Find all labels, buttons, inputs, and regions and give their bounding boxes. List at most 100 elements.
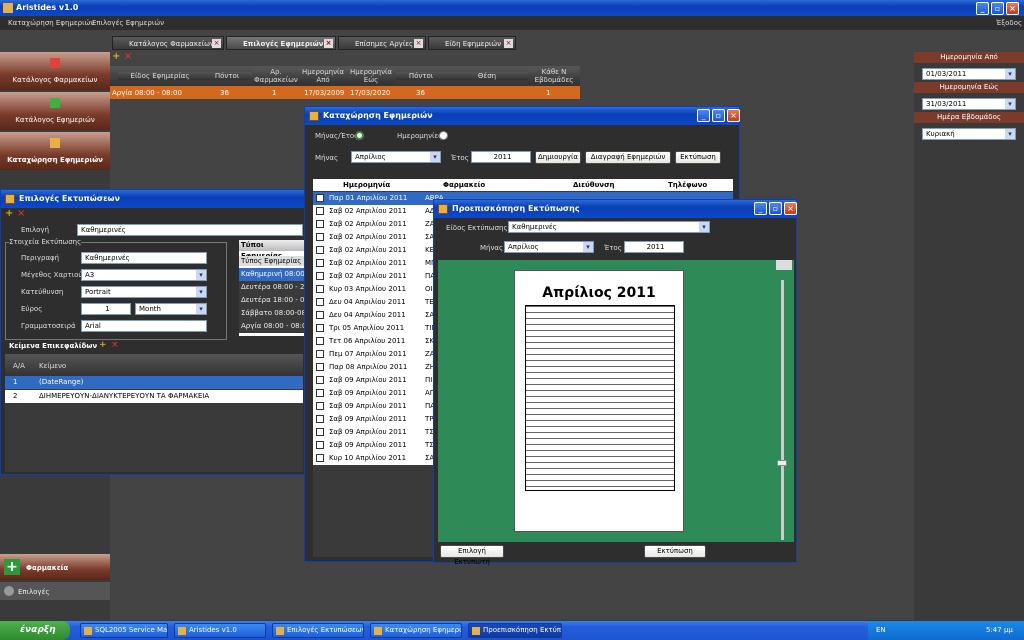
col-index[interactable]: Α/Α xyxy=(13,362,25,370)
taskbar-item[interactable]: SQL2005 Service Man... xyxy=(80,623,168,638)
zoom-button[interactable] xyxy=(776,260,792,270)
row-checkbox[interactable] xyxy=(316,389,324,397)
delete-icon[interactable]: × xyxy=(124,52,134,62)
nav-pharmacies[interactable]: + Φαρμακεία xyxy=(0,554,110,580)
choose-printer-button[interactable]: Επιλογή Εκτυπωτή xyxy=(440,545,504,566)
row-checkbox[interactable] xyxy=(316,428,324,436)
row-checkbox[interactable] xyxy=(316,272,324,280)
close-button[interactable]: × xyxy=(727,109,740,122)
minimize-button[interactable]: _ xyxy=(976,2,989,15)
clock[interactable]: 5:47 μμ xyxy=(986,626,1013,634)
maximize-button[interactable]: ▫ xyxy=(991,2,1004,15)
row-checkbox[interactable] xyxy=(316,298,324,306)
row-checkbox[interactable] xyxy=(316,285,324,293)
table-row[interactable]: Αργία 08:00 - 08:00 36 1 17/03/2009 17/0… xyxy=(110,86,580,99)
print-button[interactable]: Εκτύπωση xyxy=(675,151,721,164)
weekday-select[interactable]: Κυριακή xyxy=(922,128,1016,140)
print-type-select[interactable]: Καθημερινές xyxy=(508,221,710,233)
col-address[interactable]: Διεύθυνση xyxy=(573,181,615,189)
menu-item-entry[interactable]: Καταχώρηση Εφημεριών xyxy=(8,19,94,27)
table-row[interactable]: 2 ΔΙΗΜΕΡΕΥΟΥΝ-ΔΙΑΝΥΚΤΕΡΕΥΟΥΝ ΤΑ ΦΑΡΜΑΚΕΙΑ xyxy=(5,390,303,403)
preview-month-select[interactable]: Απρίλιος xyxy=(504,241,594,253)
list-item[interactable]: Αργία 08:00 - 08:00 xyxy=(239,320,306,333)
tab-shift-options[interactable]: Επιλογές Εφημεριών × xyxy=(226,36,336,50)
col-phone[interactable]: Τηλέφωνο xyxy=(668,181,707,189)
col-points[interactable]: Πόντοι xyxy=(202,72,252,80)
preview-year-field[interactable]: 2011 xyxy=(624,241,684,253)
list-item[interactable]: Δευτέρα 18:00 - 08 xyxy=(239,294,306,307)
col-from[interactable]: Ημερομηνία Από xyxy=(300,68,346,84)
row-checkbox[interactable] xyxy=(316,441,324,449)
row-checkbox[interactable] xyxy=(316,402,324,410)
to-date-picker[interactable]: 31/03/2011 xyxy=(922,98,1016,110)
month-select[interactable]: Απρίλιος xyxy=(351,151,441,163)
tab-holidays[interactable]: Επίσημες Αργίες × xyxy=(338,36,426,50)
nav-options[interactable]: Επιλογές xyxy=(0,582,110,600)
paper-select[interactable]: A3 xyxy=(81,269,207,281)
list-item[interactable]: Δευτέρα 08:00 - 22 xyxy=(239,281,306,294)
list-item[interactable]: Σάββατο 08:00-08:0 xyxy=(239,307,306,320)
close-icon[interactable]: × xyxy=(414,39,423,48)
row-checkbox[interactable] xyxy=(316,363,324,371)
row-checkbox[interactable] xyxy=(316,259,324,267)
taskbar-item[interactable]: Επιλογές Εκτυπώσεων xyxy=(272,623,364,638)
taskbar-item[interactable]: Προεπισκόπηση Εκτύπ... xyxy=(468,623,562,638)
delete-icon[interactable]: × xyxy=(17,208,25,219)
col-points2[interactable]: Πόντοι xyxy=(396,72,446,80)
row-checkbox[interactable] xyxy=(316,233,324,241)
row-checkbox[interactable] xyxy=(316,311,324,319)
col-text[interactable]: Κείμενο xyxy=(39,362,66,370)
month-year-radio[interactable] xyxy=(355,131,364,140)
row-checkbox[interactable] xyxy=(316,415,324,423)
col-pharmacies[interactable]: Αρ. Φαρμακείων xyxy=(252,68,300,84)
row-checkbox[interactable] xyxy=(316,220,324,228)
col-date[interactable]: Ημερομηνία xyxy=(343,181,390,189)
row-checkbox[interactable] xyxy=(316,207,324,215)
zoom-slider-track[interactable] xyxy=(781,280,784,540)
taskbar-item[interactable]: Aristides v1.0 xyxy=(174,623,266,638)
row-checkbox[interactable] xyxy=(316,454,324,462)
add-icon[interactable]: + xyxy=(5,208,13,219)
close-icon[interactable]: × xyxy=(212,39,221,48)
range-stepper[interactable]: 1 xyxy=(81,303,131,315)
row-checkbox[interactable] xyxy=(316,376,324,384)
close-icon[interactable]: × xyxy=(324,39,333,48)
tab-pharmacy-catalog[interactable]: Κατάλογος Φαρμακείων × xyxy=(112,36,224,50)
year-stepper[interactable]: 2011 xyxy=(471,151,531,163)
nav-shifts-catalog[interactable]: Κατάλογος Εφημεριών xyxy=(0,92,110,130)
zoom-slider-thumb[interactable] xyxy=(777,460,787,466)
start-button[interactable]: έναρξη xyxy=(0,621,70,640)
add-icon[interactable]: + xyxy=(112,52,122,62)
range-unit-select[interactable]: Month xyxy=(135,303,207,315)
create-button[interactable]: Δημιουργία xyxy=(535,151,581,164)
col-position[interactable]: Θέση xyxy=(446,72,528,80)
taskbar-item[interactable]: Καταχώρηση Εφημερι... xyxy=(370,623,462,638)
close-button[interactable]: × xyxy=(1006,2,1019,15)
nav-pharmacy-catalog[interactable]: Κατάλογος Φαρμακείων xyxy=(0,52,110,90)
maximize-button[interactable]: ▫ xyxy=(769,202,782,215)
col-every-n[interactable]: Κάθε Ν Εβδομάδες xyxy=(528,68,580,84)
minimize-button[interactable]: _ xyxy=(754,202,767,215)
row-checkbox[interactable] xyxy=(316,194,324,202)
row-checkbox[interactable] xyxy=(316,324,324,332)
preview-print-button[interactable]: Εκτύπωση xyxy=(644,545,706,558)
desc-field[interactable]: Καθημερινές xyxy=(81,252,207,264)
menu-item-exit[interactable]: Έξοδος xyxy=(996,19,1022,27)
dates-radio[interactable] xyxy=(439,131,448,140)
minimize-button[interactable]: _ xyxy=(697,109,710,122)
col-to[interactable]: Ημερομηνία Εώς xyxy=(346,68,396,84)
menu-item-options[interactable]: Επιλογές Εφημεριών xyxy=(92,19,164,27)
from-date-picker[interactable]: 01/03/2011 xyxy=(922,68,1016,80)
maximize-button[interactable]: ▫ xyxy=(712,109,725,122)
language-indicator[interactable]: EN xyxy=(876,626,886,634)
col-type[interactable]: Είδος Εφημερίας xyxy=(118,72,202,80)
row-checkbox[interactable] xyxy=(316,350,324,358)
delete-icon[interactable]: × xyxy=(111,340,119,350)
close-button[interactable]: × xyxy=(784,202,797,215)
nav-shift-entry[interactable]: Καταχώρηση Εφημεριών xyxy=(0,132,110,170)
add-icon[interactable]: + xyxy=(99,340,107,350)
list-item[interactable]: Καθημερινή 08:00- xyxy=(239,268,306,281)
col-pharmacy[interactable]: Φαρμακείο xyxy=(443,181,485,189)
tab-shift-types[interactable]: Είδη Εφημεριών × xyxy=(428,36,516,50)
table-row[interactable]: 1 (DateRange) xyxy=(5,376,303,389)
